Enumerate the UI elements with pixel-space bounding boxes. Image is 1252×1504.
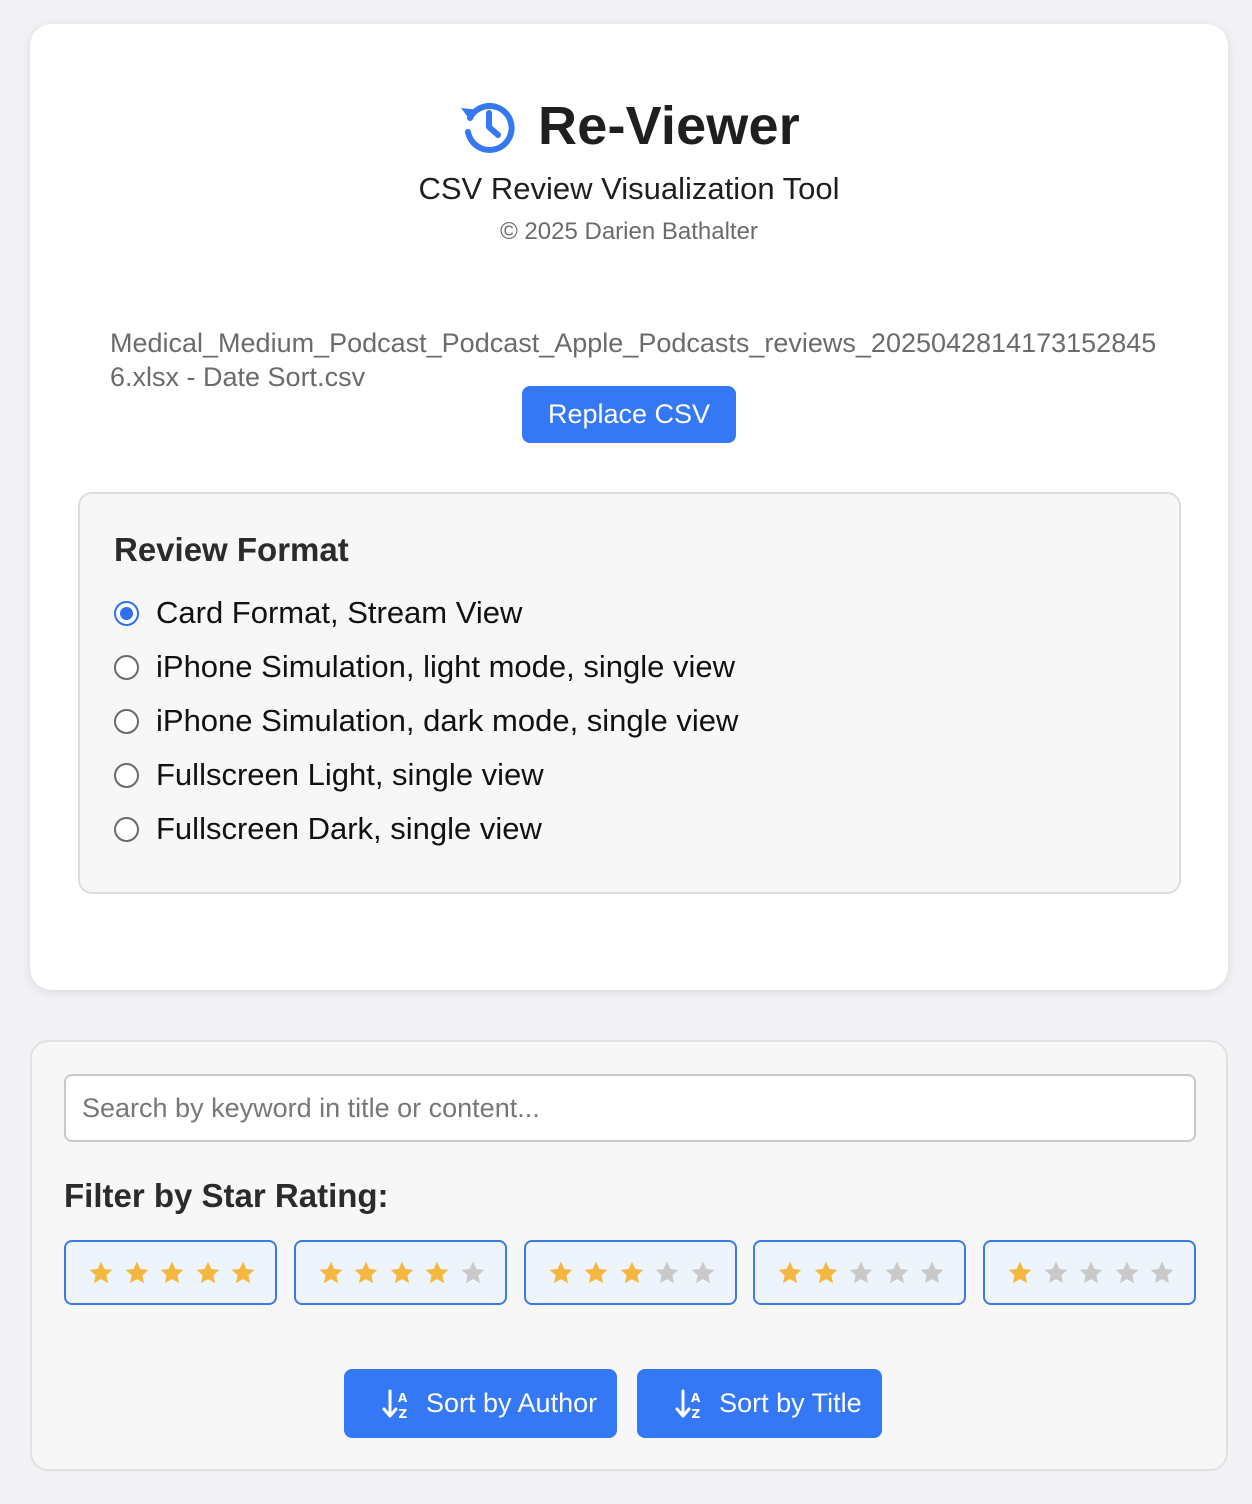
star-empty-icon bbox=[1079, 1261, 1103, 1283]
svg-text:A: A bbox=[398, 1391, 408, 1405]
star-filled-icon bbox=[125, 1261, 148, 1283]
star-filter-2[interactable] bbox=[753, 1240, 967, 1305]
format-option-iphone-dark[interactable]: iPhone Simulation, dark mode, single vie… bbox=[114, 694, 738, 748]
svg-text:Z: Z bbox=[399, 1407, 408, 1420]
star-empty-icon bbox=[1115, 1261, 1138, 1283]
star-empty-icon bbox=[691, 1261, 714, 1283]
review-format-panel: Review Format Card Format, Stream View i… bbox=[78, 492, 1181, 894]
svg-text:A: A bbox=[691, 1391, 701, 1405]
star-filled-icon bbox=[549, 1261, 572, 1283]
star-empty-icon bbox=[1150, 1261, 1174, 1283]
star-empty-icon bbox=[885, 1261, 909, 1283]
star-rating-filters bbox=[64, 1240, 1196, 1305]
star-filled-icon bbox=[620, 1261, 643, 1283]
star-filled-icon bbox=[1008, 1261, 1032, 1283]
review-format-options: Card Format, Stream View iPhone Simulati… bbox=[114, 586, 738, 856]
star-filter-1[interactable] bbox=[983, 1240, 1196, 1305]
filter-card: Filter by Star Rating: A Z Sort by Autho… bbox=[30, 1040, 1228, 1471]
star-filled-icon bbox=[160, 1261, 184, 1283]
radio-button[interactable] bbox=[114, 708, 139, 734]
review-format-title: Review Format bbox=[114, 531, 349, 568]
star-empty-icon bbox=[655, 1261, 679, 1283]
svg-text:Z: Z bbox=[692, 1407, 701, 1420]
radio-button[interactable] bbox=[114, 816, 139, 842]
star-filled-icon bbox=[231, 1261, 255, 1283]
star-filter-title: Filter by Star Rating: bbox=[64, 1177, 389, 1214]
star-filled-icon bbox=[319, 1261, 343, 1283]
star-filled-icon bbox=[89, 1261, 113, 1283]
header-card: Re-Viewer CSV Review Visualization Tool … bbox=[30, 24, 1228, 990]
radio-button[interactable] bbox=[114, 762, 139, 788]
star-filter-5[interactable] bbox=[64, 1240, 277, 1305]
copyright-text: © 2025 Darien Bathalter bbox=[500, 218, 758, 245]
star-filled-icon bbox=[390, 1261, 414, 1283]
star-filled-icon bbox=[196, 1261, 219, 1283]
star-filled-icon bbox=[354, 1261, 378, 1283]
format-option-label: iPhone Simulation, dark mode, single vie… bbox=[156, 703, 739, 738]
sort-alpha-down-icon: A Z bbox=[675, 1389, 701, 1420]
star-filled-icon bbox=[814, 1261, 838, 1283]
star-empty-icon bbox=[849, 1261, 873, 1283]
sort-by-author-label: Sort by Author bbox=[426, 1388, 598, 1418]
star-empty-icon bbox=[1044, 1261, 1067, 1283]
format-option-label: Fullscreen Light, single view bbox=[156, 757, 544, 792]
sort-controls: A Z Sort by Author A Z Sort by Title bbox=[344, 1369, 882, 1438]
brand: Re-Viewer bbox=[30, 96, 1228, 156]
star-filter-3[interactable] bbox=[523, 1240, 737, 1305]
star-empty-icon bbox=[461, 1261, 485, 1283]
format-option-fullscreen-light[interactable]: Fullscreen Light, single view bbox=[114, 748, 738, 802]
star-filled-icon bbox=[425, 1261, 449, 1283]
format-option-label: Card Format, Stream View bbox=[156, 595, 523, 630]
history-clock-icon bbox=[461, 102, 515, 153]
search-input[interactable] bbox=[64, 1074, 1196, 1142]
sort-by-title-label: Sort by Title bbox=[719, 1388, 862, 1418]
sort-by-title-button[interactable]: A Z Sort by Title bbox=[637, 1369, 882, 1438]
format-option-label: Fullscreen Dark, single view bbox=[156, 811, 542, 846]
app-subtitle: CSV Review Visualization Tool bbox=[418, 171, 840, 206]
app-title: Re-Viewer bbox=[538, 96, 800, 156]
radio-button[interactable] bbox=[114, 654, 139, 680]
sort-alpha-down-icon: A Z bbox=[382, 1389, 408, 1420]
star-filled-icon bbox=[584, 1261, 608, 1283]
radio-button[interactable] bbox=[114, 600, 139, 626]
star-filter-4[interactable] bbox=[293, 1240, 507, 1305]
sort-by-author-button[interactable]: A Z Sort by Author bbox=[344, 1369, 618, 1438]
format-option-label: iPhone Simulation, light mode, single vi… bbox=[156, 649, 735, 684]
replace-csv-button[interactable]: Replace CSV bbox=[522, 386, 736, 443]
star-empty-icon bbox=[920, 1261, 944, 1283]
format-option-card-stream[interactable]: Card Format, Stream View bbox=[114, 586, 738, 640]
format-option-iphone-light[interactable]: iPhone Simulation, light mode, single vi… bbox=[114, 640, 738, 694]
star-filled-icon bbox=[778, 1261, 802, 1283]
format-option-fullscreen-dark[interactable]: Fullscreen Dark, single view bbox=[114, 802, 738, 856]
csv-file-name: Medical_Medium_Podcast_Podcast_Apple_Pod… bbox=[110, 328, 1157, 392]
